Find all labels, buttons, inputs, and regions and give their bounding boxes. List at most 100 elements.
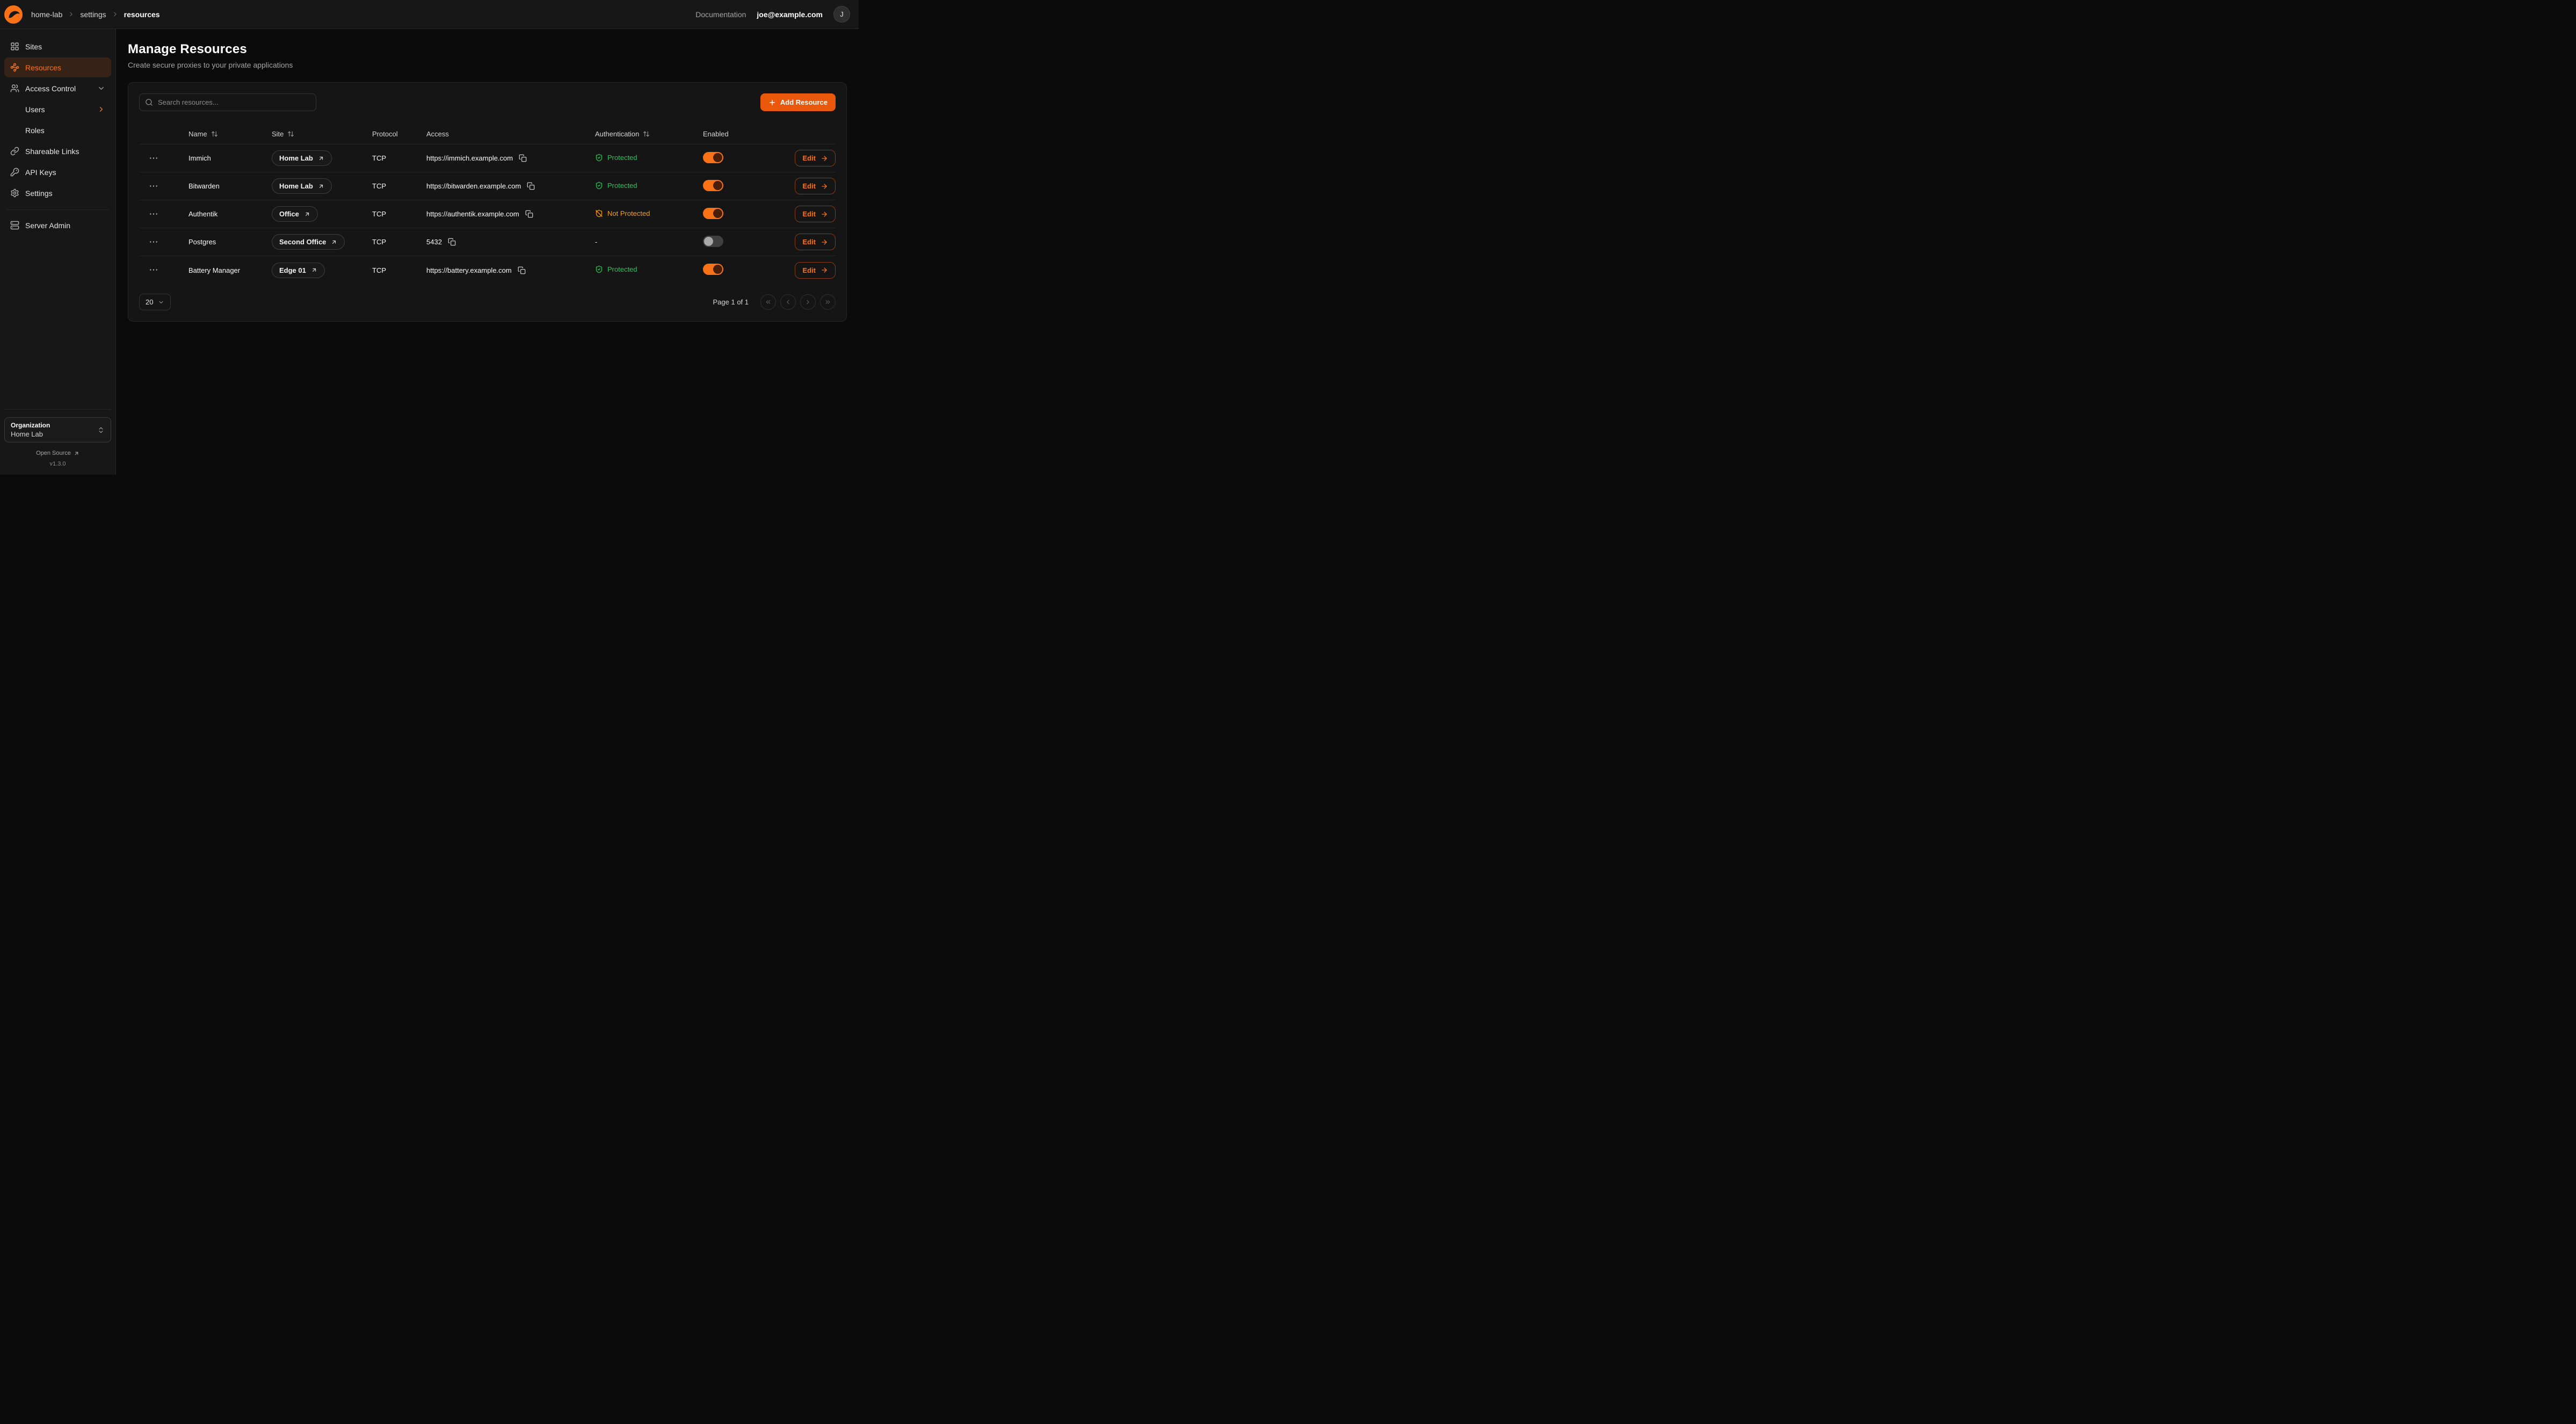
enabled-toggle[interactable] (703, 152, 723, 163)
row-menu-button[interactable]: ⋯ (147, 264, 161, 277)
pagination: Page 1 of 1 (713, 294, 836, 310)
resources-panel: Add Resource Name Site Protocol (128, 82, 847, 322)
organization-selector[interactable]: Organization Home Lab (4, 417, 111, 442)
page-size-select[interactable]: 20 (139, 294, 171, 310)
row-menu-button[interactable]: ⋯ (147, 152, 161, 165)
copy-icon[interactable] (448, 238, 456, 246)
chevron-right-icon (97, 105, 105, 113)
external-link-icon (74, 451, 79, 456)
search-wrap (139, 93, 316, 111)
sidebar-item-resources[interactable]: Resources (4, 57, 111, 77)
name-cell: Bitwarden (188, 182, 272, 190)
chevron-down-icon (97, 84, 105, 92)
row-menu-button[interactable]: ⋯ (147, 180, 161, 193)
prev-page-button[interactable] (780, 294, 796, 310)
open-source-link[interactable]: Open Source (4, 450, 111, 456)
user-email[interactable]: joe@example.com (757, 10, 823, 19)
resource-name: Bitwarden (188, 182, 220, 190)
sidebar-item-access-control[interactable]: Access Control (4, 78, 111, 98)
table-row: ⋯ Battery Manager Edge 01 TCP https://ba… (139, 256, 836, 284)
sidebar-item-label: Server Admin (25, 221, 70, 230)
access-cell: https://battery.example.com (426, 266, 595, 274)
enabled-cell (703, 236, 777, 249)
gear-icon (10, 188, 19, 198)
edit-button[interactable]: Edit (795, 150, 836, 166)
edit-button[interactable]: Edit (795, 234, 836, 250)
site-link-button[interactable]: Office (272, 206, 318, 222)
edit-label: Edit (802, 182, 816, 190)
access-value: https://authentik.example.com (426, 210, 519, 218)
site-link-button[interactable]: Home Lab (272, 150, 332, 166)
auth-cell: Protected (595, 181, 703, 191)
table-row: ⋯ Bitwarden Home Lab TCP https://bitward… (139, 172, 836, 200)
column-label: Name (188, 130, 207, 138)
edit-label: Edit (802, 210, 816, 218)
next-page-button[interactable] (800, 294, 816, 310)
sort-icon (211, 130, 218, 137)
plus-icon (768, 99, 776, 106)
site-cell: Home Lab (272, 178, 372, 194)
page-size-value: 20 (146, 298, 153, 306)
column-enabled: Enabled (703, 130, 777, 138)
page-title: Manage Resources (128, 42, 847, 57)
row-menu-cell: ⋯ (139, 236, 188, 249)
row-menu-button[interactable]: ⋯ (147, 236, 161, 249)
protocol-value: TCP (372, 154, 386, 162)
search-input[interactable] (139, 93, 316, 111)
edit-button[interactable]: Edit (795, 178, 836, 194)
chevron-right-icon (68, 11, 75, 18)
chevrons-left-icon (765, 299, 772, 306)
sidebar-item-shareable-links[interactable]: Shareable Links (4, 141, 111, 161)
enabled-toggle[interactable] (703, 180, 723, 191)
copy-icon[interactable] (518, 266, 526, 274)
enabled-toggle[interactable] (703, 208, 723, 219)
actions-cell: Edit (777, 206, 836, 222)
sidebar-item-settings[interactable]: Settings (4, 183, 111, 203)
site-link-button[interactable]: Second Office (272, 234, 345, 250)
topbar-right: Documentation joe@example.com J (695, 6, 850, 23)
resource-table: Name Site Protocol Access Authenticati (139, 124, 836, 284)
table-row: ⋯ Authentik Office TCP https://authentik… (139, 200, 836, 228)
breadcrumb-settings[interactable]: settings (80, 10, 106, 19)
page-subtitle: Create secure proxies to your private ap… (128, 61, 847, 69)
row-menu-cell: ⋯ (139, 264, 188, 277)
edit-label: Edit (802, 266, 816, 274)
copy-icon[interactable] (527, 182, 535, 190)
site-link-button[interactable]: Edge 01 (272, 263, 325, 278)
shield-check-icon (595, 154, 603, 162)
sidebar-item-sites[interactable]: Sites (4, 37, 111, 56)
app-logo-icon[interactable] (4, 5, 23, 24)
organization-label: Organization (11, 422, 50, 429)
protocol-value: TCP (372, 238, 386, 246)
copy-icon[interactable] (525, 210, 533, 218)
enabled-toggle[interactable] (703, 264, 723, 275)
resource-table-body: ⋯ Immich Home Lab TCP https://immich.exa… (139, 144, 836, 284)
documentation-link[interactable]: Documentation (695, 10, 746, 19)
column-authentication[interactable]: Authentication (595, 130, 703, 138)
edit-button[interactable]: Edit (795, 262, 836, 279)
sidebar-item-users[interactable]: Users (4, 99, 111, 119)
edit-button[interactable]: Edit (795, 206, 836, 222)
external-link-icon (318, 183, 324, 190)
sidebar-item-label: API Keys (25, 168, 56, 177)
name-cell: Battery Manager (188, 266, 272, 274)
add-resource-button[interactable]: Add Resource (760, 93, 836, 111)
sidebar-item-server-admin[interactable]: Server Admin (4, 215, 111, 235)
enabled-toggle[interactable] (703, 236, 723, 247)
sidebar-item-roles[interactable]: Roles (4, 120, 111, 140)
column-site[interactable]: Site (272, 130, 372, 138)
sidebar-item-api-keys[interactable]: API Keys (4, 162, 111, 182)
row-menu-button[interactable]: ⋯ (147, 208, 161, 221)
avatar[interactable]: J (833, 6, 850, 23)
first-page-button[interactable] (760, 294, 776, 310)
breadcrumb-org[interactable]: home-lab (31, 10, 62, 19)
search-icon (145, 98, 153, 106)
column-name[interactable]: Name (188, 130, 272, 138)
breadcrumb-current: resources (124, 10, 160, 19)
site-link-button[interactable]: Home Lab (272, 178, 332, 194)
access-cell: 5432 (426, 238, 595, 246)
edit-label: Edit (802, 238, 816, 246)
access-cell: https://authentik.example.com (426, 210, 595, 218)
last-page-button[interactable] (820, 294, 836, 310)
copy-icon[interactable] (519, 154, 527, 162)
